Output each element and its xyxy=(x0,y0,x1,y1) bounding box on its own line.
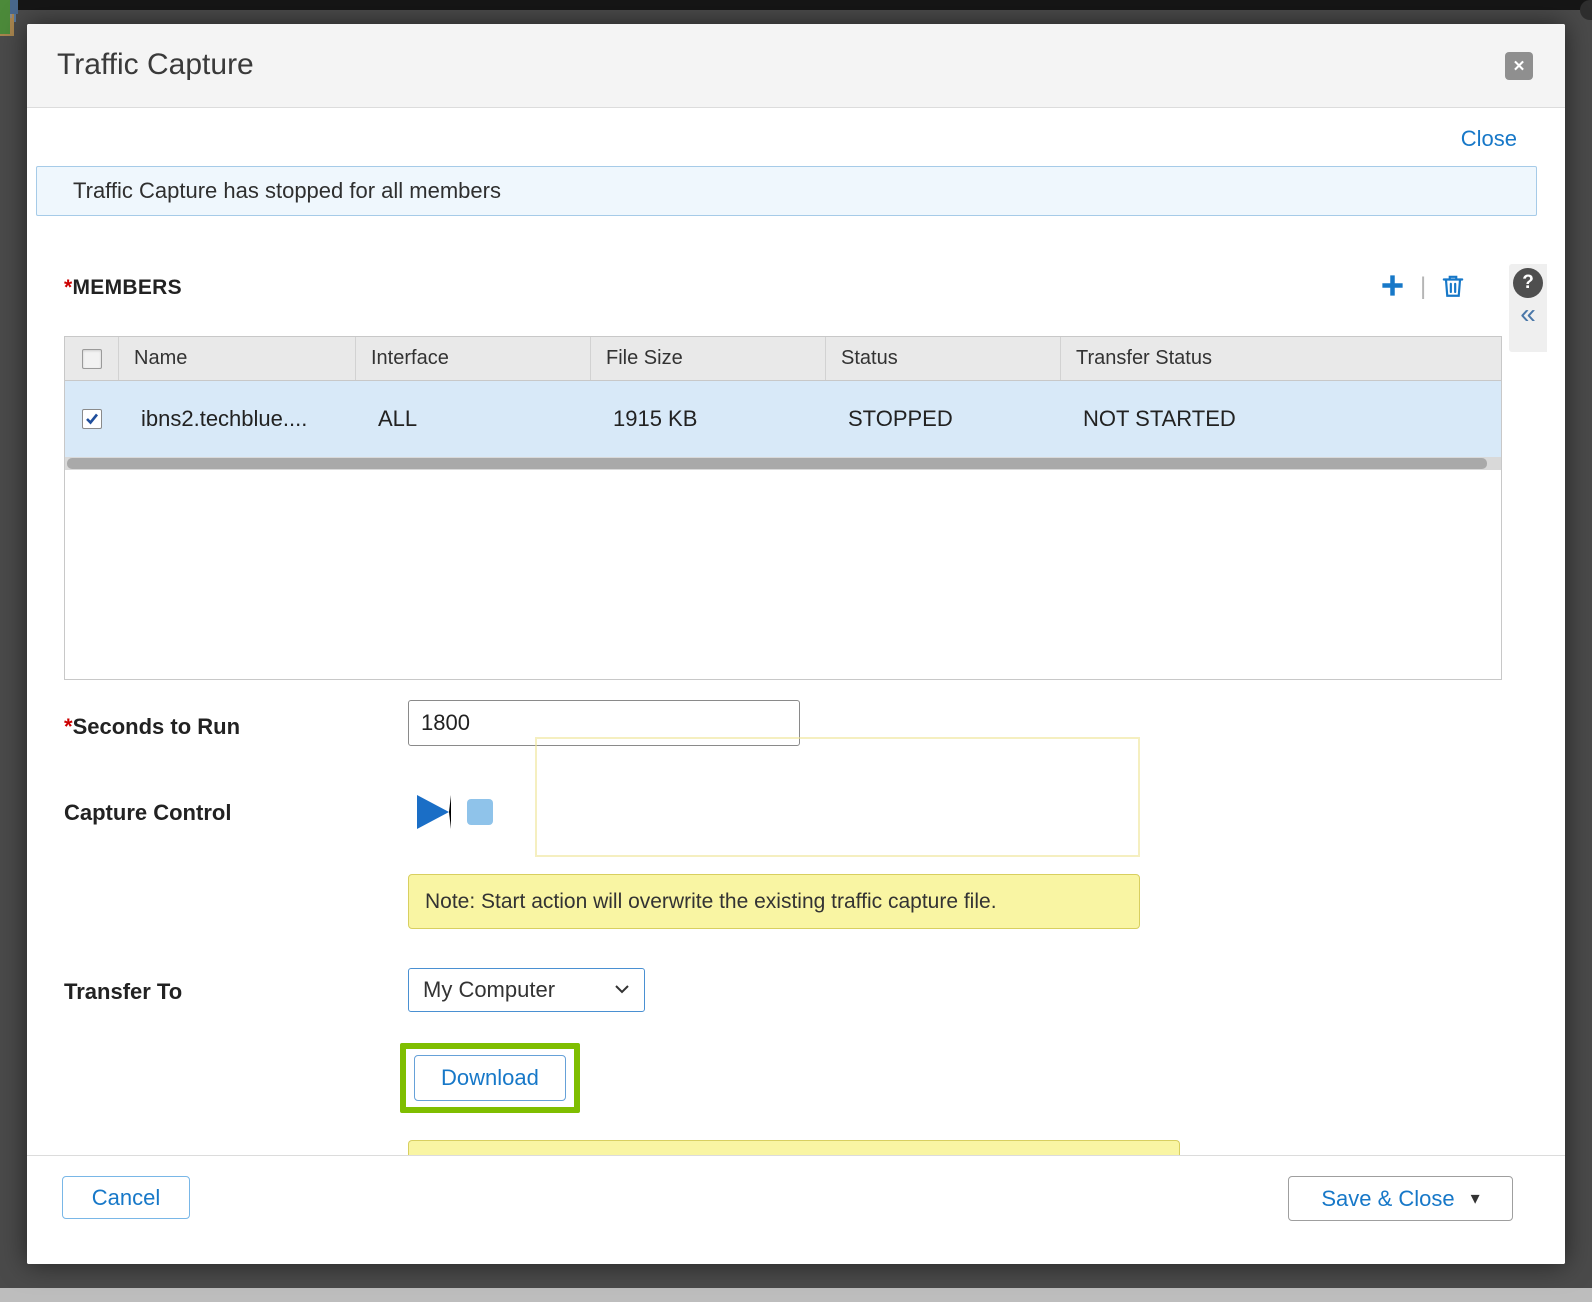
table-horizontal-scrollbar[interactable] xyxy=(65,457,1501,470)
column-header-status[interactable]: Status xyxy=(826,337,1061,380)
notification-close-link[interactable]: Close xyxy=(1461,126,1517,152)
download-button[interactable]: Download xyxy=(414,1055,566,1101)
dialog-title: Traffic Capture xyxy=(57,48,254,82)
row-interface: ALL xyxy=(356,406,591,432)
save-and-close-button[interactable]: Save & Close ▾ xyxy=(1288,1176,1513,1221)
row-name: ibns2.techblue.... xyxy=(119,406,356,432)
dialog-header: Traffic Capture ✕ xyxy=(27,24,1565,108)
members-actions: | xyxy=(1379,272,1466,302)
delete-member-button[interactable] xyxy=(1440,273,1466,302)
capture-note-text: Note: Start action will overwrite the ex… xyxy=(409,890,997,914)
stop-icon[interactable] xyxy=(467,799,493,825)
table-row[interactable]: ibns2.techblue.... ALL 1915 KB STOPPED N… xyxy=(65,381,1501,457)
transfer-to-value: My Computer xyxy=(423,977,555,1003)
row-checkbox[interactable] xyxy=(82,409,102,429)
row-transfer-status: NOT STARTED xyxy=(1061,406,1501,432)
row-checkbox-cell xyxy=(65,409,119,429)
chevron-down-icon xyxy=(614,981,630,999)
column-header-name[interactable]: Name xyxy=(119,337,356,380)
plus-icon xyxy=(1379,272,1406,302)
notification-message: Traffic Capture has stopped for all memb… xyxy=(37,178,501,204)
background-top-strip xyxy=(0,0,1592,10)
dialog-footer: Cancel Save & Close ▾ xyxy=(27,1155,1565,1264)
trash-icon xyxy=(1440,273,1466,302)
select-all-cell xyxy=(65,337,119,380)
cancel-button[interactable]: Cancel xyxy=(62,1176,190,1219)
transfer-to-select[interactable]: My Computer xyxy=(408,968,645,1012)
collapse-panel-button[interactable]: « xyxy=(1520,300,1536,328)
chevron-down-icon: ▾ xyxy=(1471,1188,1480,1209)
select-all-checkbox[interactable] xyxy=(82,349,102,369)
dialog-close-button[interactable]: ✕ xyxy=(1505,52,1533,80)
column-header-transfer-status[interactable]: Transfer Status xyxy=(1061,337,1501,380)
traffic-capture-dialog: Traffic Capture ✕ Close Traffic Capture … xyxy=(27,24,1565,1264)
seconds-to-run-input[interactable] xyxy=(408,700,800,746)
help-button[interactable]: ? xyxy=(1513,268,1543,298)
row-status: STOPPED xyxy=(826,406,1061,432)
background-bottom-strip xyxy=(0,1288,1592,1302)
row-file-size: 1915 KB xyxy=(591,406,826,432)
capture-note: Note: Start action will overwrite the ex… xyxy=(408,874,1140,929)
field-highlight-outline xyxy=(535,737,1140,857)
capture-controls xyxy=(417,795,493,829)
help-icon: ? xyxy=(1522,272,1534,294)
background-artifact xyxy=(1580,0,1592,20)
download-highlight-box: Download xyxy=(400,1043,580,1113)
column-header-interface[interactable]: Interface xyxy=(356,337,591,380)
save-and-close-label: Save & Close xyxy=(1321,1186,1454,1212)
screen: Traffic Capture ✕ Close Traffic Capture … xyxy=(0,0,1592,1302)
actions-separator: | xyxy=(1420,273,1426,301)
members-table: Name Interface File Size Status Transfer… xyxy=(64,336,1502,680)
background-artifact xyxy=(0,0,10,34)
notification-bar: Traffic Capture has stopped for all memb… xyxy=(36,166,1537,216)
close-icon: ✕ xyxy=(1513,57,1526,75)
partial-note-box xyxy=(408,1140,1180,1155)
scrollbar-thumb[interactable] xyxy=(67,458,1487,469)
members-section-label: *MEMBERS xyxy=(64,276,182,300)
collapse-icon: « xyxy=(1520,298,1536,329)
play-icon[interactable] xyxy=(417,795,451,829)
required-marker: * xyxy=(64,714,73,739)
side-controls: ? « xyxy=(1509,264,1547,352)
seconds-to-run-label: *Seconds to Run xyxy=(64,714,240,740)
add-member-button[interactable] xyxy=(1379,272,1406,302)
transfer-to-label: Transfer To xyxy=(64,979,182,1005)
capture-control-label: Capture Control xyxy=(64,800,231,826)
table-header-row: Name Interface File Size Status Transfer… xyxy=(65,337,1501,381)
column-header-file-size[interactable]: File Size xyxy=(591,337,826,380)
